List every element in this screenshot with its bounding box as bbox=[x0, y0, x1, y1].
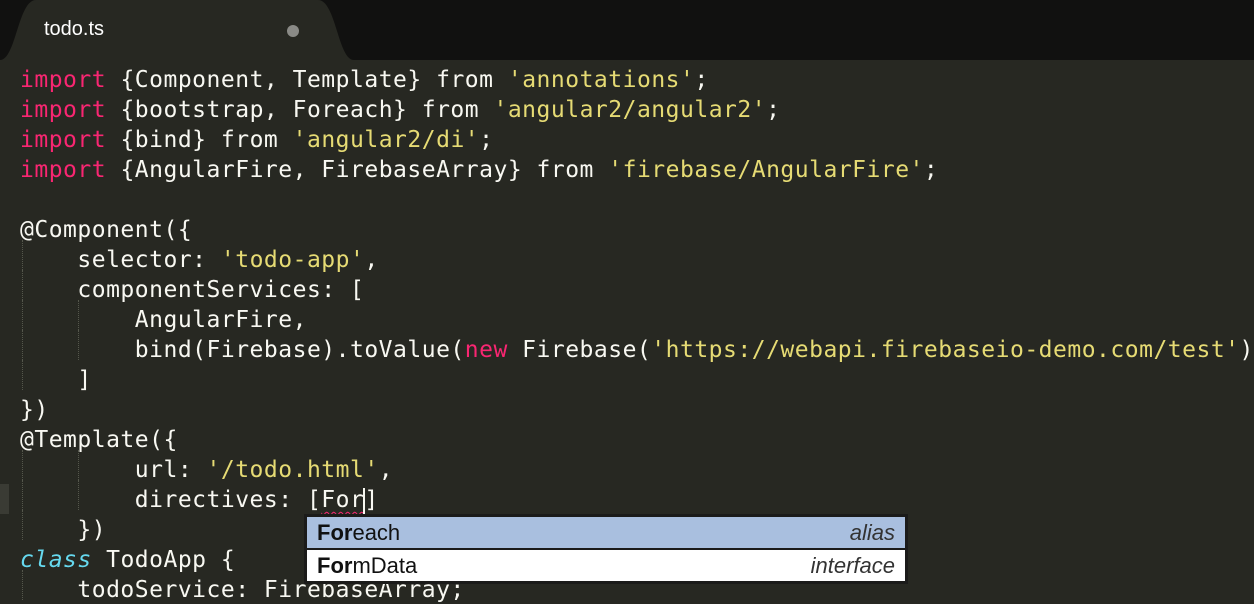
tab-title: todo.ts bbox=[44, 18, 105, 40]
code-line-12: }) bbox=[20, 397, 49, 423]
tab-bar: todo.ts bbox=[0, 0, 1254, 60]
code-line-1: import {Component, Template} from 'annot… bbox=[20, 67, 709, 93]
autocomplete-item-foreach[interactable]: Foreach alias bbox=[307, 517, 905, 548]
tab-todo-ts[interactable]: todo.ts bbox=[0, 0, 370, 60]
autocomplete-popup: Foreach alias FormData interface bbox=[304, 514, 908, 584]
code-line-13: @Template({ bbox=[20, 427, 178, 453]
code-line-11: ] bbox=[20, 367, 92, 393]
code-line-16: }) bbox=[20, 517, 107, 543]
completion-rest: mData bbox=[352, 553, 418, 578]
code-line-4: import {AngularFire, FirebaseArray} from… bbox=[20, 157, 939, 183]
code-line-10: bind(Firebase).toValue(new Firebase('htt… bbox=[20, 337, 1254, 363]
autocomplete-item-formdata[interactable]: FormData interface bbox=[307, 550, 905, 581]
typed-prefix: For bbox=[321, 487, 365, 513]
code-line-17: class TodoApp { bbox=[20, 547, 236, 573]
completion-kind: interface bbox=[810, 553, 895, 578]
completion-match: For bbox=[317, 520, 353, 545]
code-line-8: componentServices: [ bbox=[20, 277, 365, 303]
completion-rest: each bbox=[352, 520, 401, 545]
code-line-9: AngularFire, bbox=[20, 307, 307, 333]
code-line-7: selector: 'todo-app', bbox=[20, 247, 379, 273]
code-line-3: import {bind} from 'angular2/di'; bbox=[20, 127, 494, 153]
unsaved-dot-icon[interactable] bbox=[287, 25, 299, 37]
completion-kind: alias bbox=[849, 520, 895, 545]
code-line-14: url: '/todo.html', bbox=[20, 457, 394, 483]
completion-match: For bbox=[317, 553, 353, 578]
code-line-15: directives: [For] bbox=[20, 487, 379, 514]
code-line-2: import {bootstrap, Foreach} from 'angula… bbox=[20, 97, 781, 123]
current-line-gutter-marker bbox=[0, 484, 9, 514]
code-line-6: @Component({ bbox=[20, 217, 193, 243]
